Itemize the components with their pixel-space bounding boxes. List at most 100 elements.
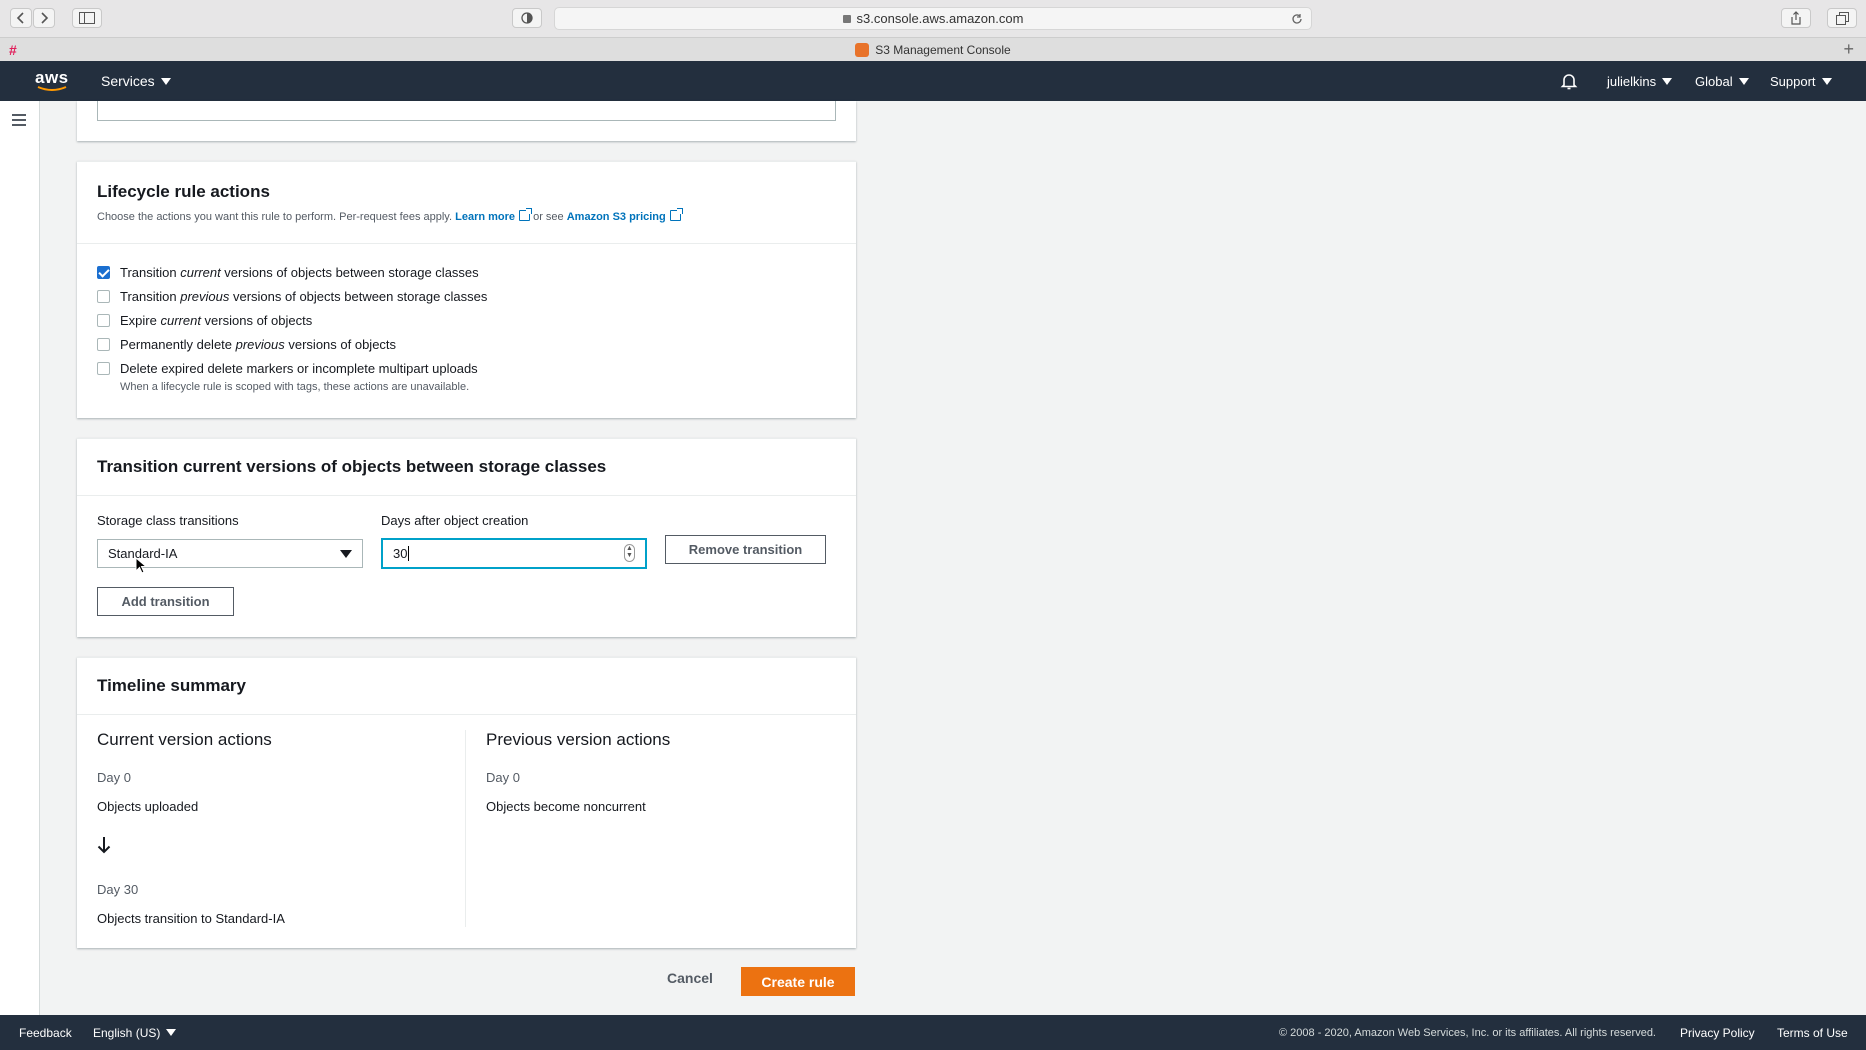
bell-icon <box>1560 74 1578 90</box>
remove-transition-button[interactable]: Remove transition <box>665 535 826 564</box>
checkbox[interactable] <box>97 338 110 351</box>
aws-favicon-icon <box>855 42 870 57</box>
add-transition-button[interactable]: Add transition <box>97 587 234 616</box>
stepper-icon[interactable]: ▲ ▼ <box>624 544 635 562</box>
option-label: Permanently delete previous versions of … <box>120 337 397 352</box>
checkbox[interactable] <box>97 362 110 375</box>
arrow-down-icon <box>97 837 111 854</box>
caret-down-icon <box>1821 77 1832 85</box>
tabs-icon <box>1835 11 1849 25</box>
previous-day-0: Day 0 <box>486 770 520 785</box>
services-menu[interactable]: Services <box>101 61 171 101</box>
previous-version-heading: Previous version actions <box>486 730 671 749</box>
or-see-text: or see <box>533 211 564 223</box>
create-rule-button[interactable]: Create rule <box>741 967 855 996</box>
forward-button[interactable] <box>33 8 55 28</box>
notifications-button[interactable] <box>1560 61 1578 101</box>
option-label: Transition current versions of objects b… <box>120 265 479 280</box>
s3-pricing-link[interactable]: Amazon S3 pricing <box>567 211 666 223</box>
storage-class-label: Storage class transitions <box>97 513 239 528</box>
caret-down-icon <box>340 550 352 558</box>
option-expire-current[interactable]: Expire current versions of objects <box>97 313 312 328</box>
option-transition-previous[interactable]: Transition previous versions of objects … <box>97 289 487 304</box>
mouse-cursor-icon <box>135 557 147 574</box>
timeline-header: Timeline summary <box>77 658 856 715</box>
current-day-30: Day 30 <box>97 882 139 897</box>
section-description: Choose the actions you want this rule to… <box>97 208 836 223</box>
current-day-0: Day 0 <box>97 770 131 785</box>
language-label: English (US) <box>93 1025 161 1040</box>
user-menu[interactable]: julielkins <box>1607 61 1673 101</box>
option-delete-previous[interactable]: Permanently delete previous versions of … <box>97 337 396 352</box>
option-transition-current[interactable]: Transition current versions of objects b… <box>97 265 479 280</box>
share-button[interactable] <box>1781 8 1811 28</box>
lifecycle-actions-header: Lifecycle rule actions Choose the action… <box>77 162 856 244</box>
previous-panel <box>77 101 856 141</box>
lifecycle-actions-panel: Lifecycle rule actions Choose the action… <box>77 161 856 418</box>
share-icon <box>1791 11 1801 25</box>
checkbox[interactable] <box>97 290 110 303</box>
aws-smile-icon <box>37 86 67 91</box>
console-footer: Feedback English (US) © 2008 - 2020, Ama… <box>0 1015 1866 1050</box>
hamburger-menu-icon[interactable] <box>12 114 26 126</box>
language-select[interactable]: English (US) <box>93 1015 177 1050</box>
caret-down-icon <box>160 77 171 85</box>
lock-icon <box>842 14 851 23</box>
region-label: Global <box>1695 73 1733 89</box>
back-button[interactable] <box>10 8 32 28</box>
days-value: 30 <box>393 546 408 561</box>
sidebar-toggle-button[interactable] <box>72 8 102 28</box>
aws-top-nav: aws Services julielkins Global Support <box>0 61 1866 101</box>
tags-note: When a lifecycle rule is scoped with tag… <box>120 381 470 393</box>
new-tab-icon[interactable]: + <box>1843 39 1854 60</box>
checkbox-checked[interactable] <box>97 266 110 279</box>
previous-day-0-text: Objects become noncurrent <box>486 799 646 814</box>
option-delete-markers[interactable]: Delete expired delete markers or incompl… <box>97 361 478 376</box>
tab-s3-console[interactable]: S3 Management Console <box>855 42 1011 57</box>
external-link-icon[interactable] <box>669 208 683 221</box>
privacy-policy-link[interactable]: Privacy Policy <box>1680 1015 1755 1050</box>
slack-icon[interactable]: # <box>9 42 17 58</box>
support-menu[interactable]: Support <box>1770 61 1832 101</box>
learn-more-link[interactable]: Learn more <box>455 211 515 223</box>
days-label: Days after object creation <box>381 513 529 528</box>
current-day-30-text: Objects transition to Standard-IA <box>97 911 285 926</box>
shield-icon <box>521 12 533 24</box>
privacy-button[interactable] <box>512 8 542 28</box>
chevron-right-icon <box>41 12 49 24</box>
caret-down-icon <box>1662 77 1673 85</box>
scrolled-text-area[interactable] <box>97 101 836 121</box>
transition-panel: Transition current versions of objects b… <box>77 438 856 637</box>
caret-down-icon <box>166 1029 177 1036</box>
timeline-panel: Timeline summary Current version actions… <box>77 657 856 948</box>
section-title: Transition current versions of objects b… <box>97 457 607 476</box>
address-bar[interactable]: s3.console.aws.amazon.com <box>554 7 1312 30</box>
cancel-button[interactable]: Cancel <box>667 970 713 986</box>
reload-icon[interactable] <box>1291 13 1303 25</box>
sidebar-icon <box>79 12 95 24</box>
text-caret <box>408 546 410 561</box>
support-label: Support <box>1770 73 1816 89</box>
feedback-link[interactable]: Feedback <box>19 1015 72 1050</box>
external-link-icon[interactable] <box>519 208 533 221</box>
caret-down-icon <box>1738 77 1749 85</box>
column-divider <box>465 730 466 927</box>
checkbox[interactable] <box>97 314 110 327</box>
option-label: Transition previous versions of objects … <box>120 289 488 304</box>
option-label: Delete expired delete markers or incompl… <box>120 361 478 376</box>
side-nav <box>0 101 40 1015</box>
section-title: Lifecycle rule actions <box>97 182 270 201</box>
transition-header: Transition current versions of objects b… <box>77 439 856 496</box>
browser-chrome: s3.console.aws.amazon.com # S3 Managemen… <box>0 0 1866 61</box>
copyright-text: © 2008 - 2020, Amazon Web Services, Inc.… <box>1279 1026 1656 1039</box>
url-text: s3.console.aws.amazon.com <box>856 11 1024 26</box>
services-label: Services <box>101 73 155 89</box>
days-input[interactable]: 30 ▲ ▼ <box>381 538 647 569</box>
region-menu[interactable]: Global <box>1695 61 1749 101</box>
tabs-overview-button[interactable] <box>1827 8 1857 28</box>
description-text: Choose the actions you want this rule to… <box>97 211 453 223</box>
current-version-heading: Current version actions <box>97 730 272 749</box>
aws-logo[interactable]: aws <box>35 61 69 101</box>
terms-of-use-link[interactable]: Terms of Use <box>1777 1015 1848 1050</box>
tab-title: S3 Management Console <box>875 42 1011 57</box>
